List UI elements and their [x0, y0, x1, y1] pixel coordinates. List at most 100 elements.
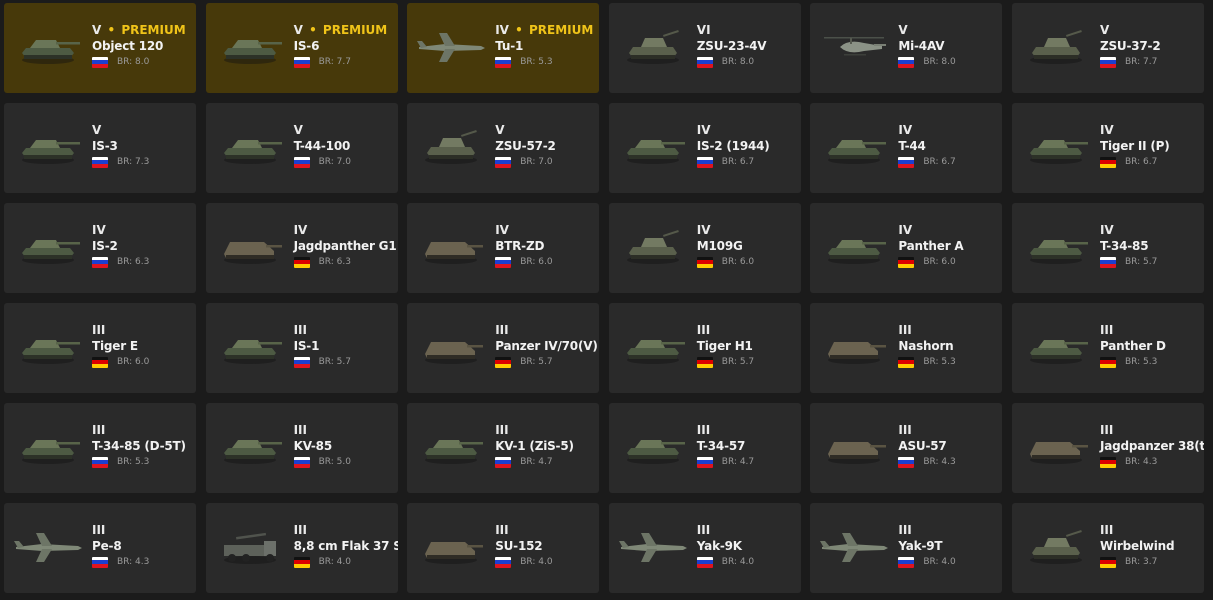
- vehicle-card[interactable]: IV IS-2 (1944) BR: 6.7: [608, 103, 801, 193]
- battle-rating: BR: 4.0: [520, 557, 553, 567]
- battle-rating: BR: 5.0: [318, 457, 351, 467]
- vehicle-name: M109G: [696, 239, 743, 253]
- vehicle-name: Pe-8: [92, 539, 122, 553]
- tank-icon: [617, 127, 689, 167]
- tank-icon: [12, 427, 84, 467]
- vehicle-card[interactable]: IV Panther A BR: 6.0: [810, 203, 1003, 293]
- vehicle-card[interactable]: V ZSU-57-2 BR: 7.0: [407, 103, 600, 193]
- vehicle-info: III SU-152 BR: 4.0: [495, 523, 597, 569]
- vehicle-name: Tu-1: [495, 39, 524, 53]
- vehicle-meta: BR: 3.7: [1099, 555, 1202, 569]
- vehicle-info: III Nashorn BR: 5.3: [898, 323, 1000, 369]
- battle-rating: BR: 5.7: [721, 357, 755, 367]
- tier-line: V: [92, 123, 194, 138]
- vehicle-card[interactable]: VI ZSU-23-4V BR: 8.0: [608, 3, 801, 93]
- tier-line: V • PREMIUM: [294, 23, 396, 38]
- vehicle-info: III Wirbelwind BR: 3.7: [1099, 523, 1202, 569]
- vehicle-card[interactable]: III Pe-8 BR: 4.3: [4, 503, 196, 593]
- vehicle-info: V • PREMIUM IS-6 BR: 7.7: [293, 23, 396, 69]
- germany-flag-icon: [1099, 356, 1116, 368]
- vehicle-card[interactable]: IV Tiger II (P) BR: 6.7: [1011, 103, 1204, 193]
- vehicle-card[interactable]: V T-44-100 BR: 7.0: [205, 103, 398, 193]
- vehicle-card[interactable]: III Jagdpanzer 38(t) BR: 4.3: [1011, 403, 1204, 493]
- vehicle-name: T-34-85: [1099, 239, 1149, 253]
- vehicle-card[interactable]: IV BTR-ZD BR: 6.0: [407, 203, 600, 293]
- vehicle-card[interactable]: III Panzer IV/70(V) BR: 5.7: [407, 303, 600, 393]
- vehicle-info: III Panther D BR: 5.3: [1099, 323, 1202, 369]
- vehicle-card[interactable]: V • PREMIUM Object 120 BR: 8.0: [4, 3, 196, 93]
- vehicle-card[interactable]: III Panther D BR: 5.3: [1011, 303, 1204, 393]
- vehicle-info: VI ZSU-23-4V BR: 8.0: [696, 23, 799, 69]
- ussr-flag-icon: [696, 556, 713, 568]
- ussr-flag-icon: [898, 556, 915, 568]
- vehicle-card[interactable]: III ASU-57 BR: 4.3: [810, 403, 1003, 493]
- ussr-flag-icon: [92, 256, 108, 268]
- vehicle-card[interactable]: V Mi-4AV BR: 8.0: [810, 3, 1003, 93]
- vehicle-card[interactable]: IV IS-2 BR: 6.3: [4, 203, 196, 293]
- vehicle-info: III 8,8 cm Flak 37 Sfl. BR: 4.0: [293, 523, 398, 569]
- ussr-flag-icon: [696, 456, 713, 468]
- tier-label: IV: [495, 23, 509, 37]
- tier-label: V: [1099, 23, 1110, 37]
- ussr-flag-icon: [92, 456, 108, 468]
- ussr-flag-icon: [495, 256, 512, 268]
- germany-flag-icon: [495, 356, 512, 368]
- vehicle-card[interactable]: III T-34-85 (D-5T) BR: 5.3: [4, 403, 196, 493]
- vehicle-info: III IS-1 BR: 5.7: [293, 323, 396, 369]
- vehicle-card[interactable]: III Wirbelwind BR: 3.7: [1011, 503, 1204, 593]
- tier-line: V: [294, 123, 396, 138]
- vehicle-card[interactable]: III IS-1 BR: 5.7: [205, 303, 398, 393]
- vehicle-meta: BR: 4.0: [293, 555, 396, 569]
- vehicle-card[interactable]: III Tiger E BR: 6.0: [4, 303, 196, 393]
- vehicle-card[interactable]: III 8,8 cm Flak 37 Sfl. BR: 4.0: [205, 503, 398, 593]
- tank-destroyer-icon: [1020, 427, 1092, 467]
- spaa-icon: [1020, 27, 1092, 67]
- ussr-flag-icon: [495, 456, 512, 468]
- vehicle-meta: BR: 8.0: [898, 55, 1000, 69]
- vehicle-info: IV Jagdpanther G1 BR: 6.3: [293, 223, 397, 269]
- vehicle-card[interactable]: III T-34-57 BR: 4.7: [608, 403, 801, 493]
- vehicle-card[interactable]: III KV-1 (ZiS-5) BR: 4.7: [407, 403, 600, 493]
- vehicle-info: V ZSU-37-2 BR: 7.7: [1099, 23, 1202, 69]
- tier-label: III: [1099, 423, 1114, 437]
- tier-line: III: [92, 323, 194, 338]
- germany-flag-icon: [696, 256, 713, 268]
- vehicle-card[interactable]: IV M109G BR: 6.0: [608, 203, 801, 293]
- battle-rating: BR: 6.0: [721, 257, 755, 267]
- vehicle-name: 8,8 cm Flak 37 Sfl.: [293, 539, 398, 553]
- vehicle-meta: BR: 5.3: [495, 55, 597, 69]
- tank-destroyer-icon: [818, 427, 890, 467]
- vehicle-name: Panzer IV/70(V): [495, 339, 598, 353]
- vehicle-meta: BR: 4.7: [696, 455, 799, 469]
- vehicle-card[interactable]: IV T-44 BR: 6.7: [810, 103, 1003, 193]
- ussr-flag-icon: [92, 156, 108, 168]
- vehicle-card[interactable]: IV Jagdpanther G1 BR: 6.3: [205, 203, 398, 293]
- germany-flag-icon: [1099, 556, 1116, 568]
- vehicle-card[interactable]: III Yak-9K BR: 4.0: [608, 503, 801, 593]
- vehicle-info: V ZSU-57-2 BR: 7.0: [495, 123, 597, 169]
- ussr-flag-icon: [898, 456, 915, 468]
- vehicle-name: KV-85: [293, 439, 333, 453]
- vehicle-name: T-44-100: [293, 139, 351, 153]
- tier-label: V: [92, 123, 102, 137]
- vehicle-card[interactable]: IV • PREMIUM Tu-1 BR: 5.3: [407, 3, 600, 93]
- vehicle-name: ASU-57: [898, 439, 947, 453]
- premium-badge: • PREMIUM: [509, 23, 593, 37]
- ussr-flag-icon: [1099, 256, 1116, 268]
- vehicle-card[interactable]: IV T-34-85 BR: 5.7: [1011, 203, 1204, 293]
- tier-label: IV: [696, 123, 711, 137]
- vehicle-card[interactable]: III Nashorn BR: 5.3: [810, 303, 1003, 393]
- vehicle-card[interactable]: V ZSU-37-2 BR: 7.7: [1011, 3, 1204, 93]
- vehicle-card[interactable]: III Tiger H1 BR: 5.7: [608, 303, 801, 393]
- vehicle-name: IS-6: [293, 39, 320, 53]
- vehicle-card[interactable]: III Yak-9T BR: 4.0: [810, 503, 1003, 593]
- tank-destroyer-icon: [415, 327, 487, 367]
- battle-rating: BR: 4.7: [520, 457, 553, 467]
- vehicle-card[interactable]: V • PREMIUM IS-6 BR: 7.7: [205, 3, 398, 93]
- vehicle-meta: BR: 5.3: [92, 455, 194, 469]
- tier-label: III: [495, 523, 509, 537]
- vehicle-card[interactable]: III KV-85 BR: 5.0: [205, 403, 398, 493]
- tier-label: IV: [293, 223, 308, 237]
- vehicle-card[interactable]: V IS-3 BR: 7.3: [4, 103, 196, 193]
- vehicle-card[interactable]: III SU-152 BR: 4.0: [407, 503, 600, 593]
